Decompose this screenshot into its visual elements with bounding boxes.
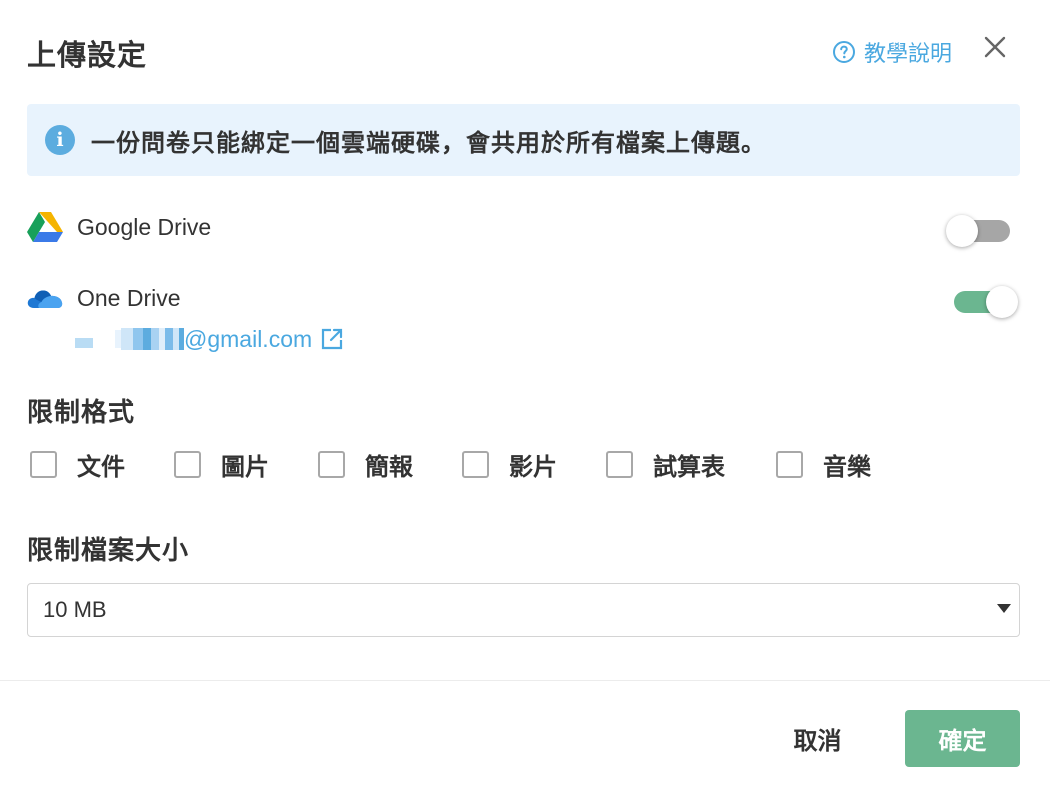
external-link-icon[interactable] bbox=[320, 326, 346, 352]
format-option-label: 圖片 bbox=[221, 452, 269, 481]
upload-settings-dialog: 上傳設定 教學說明 i 一份問卷只能綁定一個雲端硬碟，會共用於所有檔案上傳題。 bbox=[0, 0, 1050, 786]
info-icon: i bbox=[45, 125, 75, 155]
format-option-label: 試算表 bbox=[653, 452, 725, 481]
help-link-label: 教學說明 bbox=[863, 42, 952, 67]
format-checkbox[interactable] bbox=[606, 450, 633, 478]
format-checkbox[interactable] bbox=[30, 450, 57, 478]
format-section-title: 限制格式 bbox=[27, 398, 136, 428]
format-option-document[interactable]: 文件 bbox=[30, 446, 125, 482]
google-drive-label: Google Drive bbox=[77, 213, 212, 240]
cancel-button[interactable]: 取消 bbox=[770, 710, 865, 767]
format-checkbox[interactable] bbox=[174, 450, 201, 478]
format-option-presentation[interactable]: 簡報 bbox=[318, 446, 413, 482]
account-email-link[interactable]: @gmail.com bbox=[184, 326, 312, 353]
format-option-image[interactable]: 圖片 bbox=[174, 446, 269, 482]
format-option-label: 文件 bbox=[77, 452, 125, 481]
onedrive-cloud-icon bbox=[27, 280, 63, 316]
question-circle-icon bbox=[832, 40, 856, 64]
redacted-account-name bbox=[75, 327, 184, 351]
format-option-label: 簡報 bbox=[365, 452, 413, 481]
format-checkbox[interactable] bbox=[318, 450, 345, 478]
format-option-label: 影片 bbox=[509, 452, 557, 481]
toggle-knob bbox=[946, 215, 978, 247]
caret-down-icon bbox=[997, 604, 1011, 613]
format-options: 文件 圖片 簡報 影片 試算表 音樂 bbox=[30, 446, 930, 482]
close-icon bbox=[983, 35, 1007, 63]
info-banner: i 一份問卷只能綁定一個雲端硬碟，會共用於所有檔案上傳題。 bbox=[27, 104, 1020, 176]
format-option-spreadsheet[interactable]: 試算表 bbox=[606, 446, 725, 482]
help-link[interactable]: 教學說明 bbox=[832, 36, 952, 68]
close-button[interactable] bbox=[978, 32, 1012, 66]
format-option-video[interactable]: 影片 bbox=[462, 446, 557, 482]
toggle-knob bbox=[986, 286, 1018, 318]
format-option-label: 音樂 bbox=[823, 452, 871, 481]
onedrive-toggle[interactable] bbox=[952, 282, 1018, 318]
format-checkbox[interactable] bbox=[776, 450, 803, 478]
file-size-select[interactable]: 10 MB bbox=[27, 583, 1020, 637]
google-drive-toggle[interactable] bbox=[946, 211, 1012, 247]
size-section-title: 限制檔案大小 bbox=[27, 536, 190, 566]
confirm-button[interactable]: 確定 bbox=[905, 710, 1020, 767]
file-size-selected-value: 10 MB bbox=[43, 597, 107, 622]
onedrive-row: One Drive bbox=[27, 278, 1020, 318]
format-option-audio[interactable]: 音樂 bbox=[776, 446, 871, 482]
info-message: 一份問卷只能綁定一個雲端硬碟，會共用於所有檔案上傳題。 bbox=[91, 128, 766, 157]
google-drive-row: Google Drive bbox=[27, 207, 1020, 247]
footer-divider bbox=[0, 680, 1050, 681]
onedrive-account: @gmail.com bbox=[75, 322, 346, 356]
onedrive-label: One Drive bbox=[77, 284, 181, 311]
format-checkbox[interactable] bbox=[462, 450, 489, 478]
google-drive-icon bbox=[27, 209, 63, 245]
dialog-header: 上傳設定 教學說明 bbox=[27, 28, 1012, 74]
dialog-title: 上傳設定 bbox=[27, 38, 148, 72]
